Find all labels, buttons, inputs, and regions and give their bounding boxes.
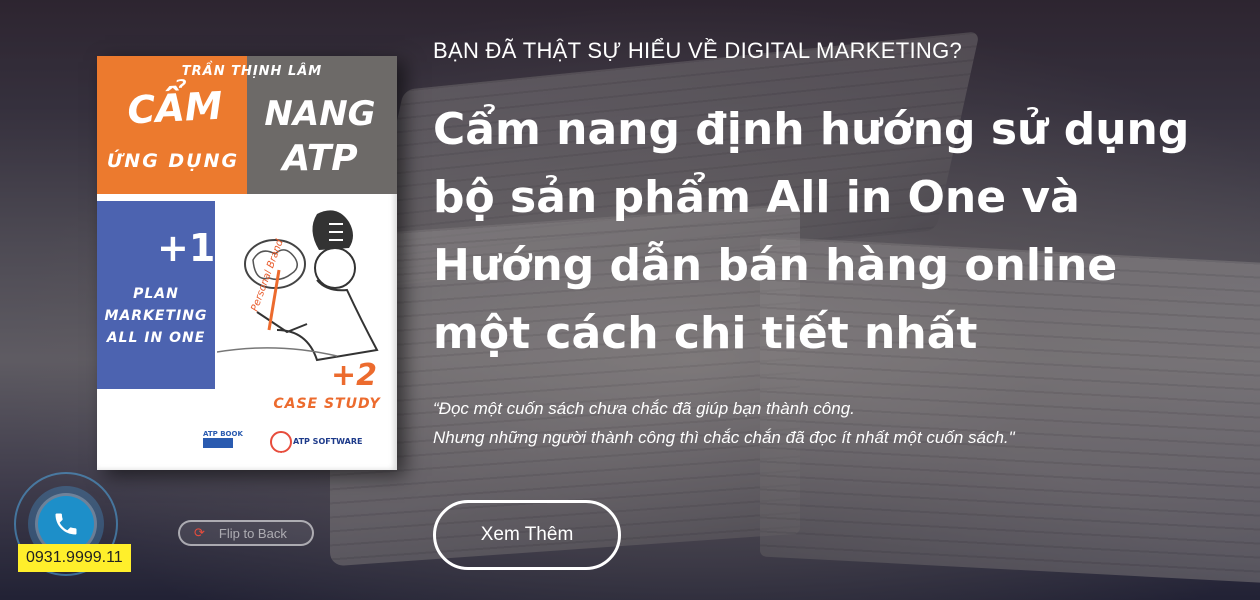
- headline-line: một cách chi tiết nhất: [433, 308, 978, 359]
- rotate-icon: ⟳: [194, 525, 205, 540]
- hotline-number[interactable]: 0931.9999.11: [18, 544, 131, 572]
- book-cover[interactable]: TRẦN THỊNH LÂM CẨM ỨNG DỤNG NANG ATP +1 …: [97, 56, 397, 470]
- phone-icon: [55, 513, 77, 535]
- hero-quote: “Đọc một cuốn sách chưa chắc đã giúp bạn…: [433, 394, 1015, 452]
- logo-atp-software: ATP SOFTWARE: [293, 437, 362, 446]
- hero-headline: Cẩm nang định hướng sử dụng bộ sản phẩm …: [433, 96, 1233, 368]
- quote-line: Nhưng những người thành công thì chắc ch…: [433, 428, 1015, 447]
- cover-case-study: CASE STUDY: [273, 396, 381, 412]
- hero-banner: TRẦN THỊNH LÂM CẨM ỨNG DỤNG NANG ATP +1 …: [0, 0, 1260, 600]
- headline-line: Cẩm nang định hướng sử dụng: [433, 104, 1190, 155]
- logo-atp-book: ATP BOOK: [203, 430, 243, 438]
- headline-line: Hướng dẫn bán hàng online: [433, 240, 1118, 291]
- cover-title-cam: CẨM: [126, 83, 224, 133]
- cover-illustration: Personal Brand: [217, 210, 379, 362]
- flip-to-back-button[interactable]: ⟳ Flip to Back: [178, 520, 314, 546]
- cover-plus-one: +1: [157, 226, 216, 270]
- cover-url: www.atpbook.vn: [206, 450, 288, 459]
- cover-author: TRẦN THỊNH LÂM: [181, 64, 323, 79]
- svg-text:Personal Brand: Personal Brand: [249, 237, 285, 313]
- hero-kicker: BẠN ĐÃ THẬT SỰ HIỂU VỀ DIGITAL MARKETING…: [433, 38, 963, 63]
- quote-line: “Đọc một cuốn sách chưa chắc đã giúp bạn…: [433, 399, 855, 418]
- cover-title-ung-dung: ỨNG DỤNG: [106, 150, 240, 172]
- cover-plan-text: PLAN MARKETING ALL IN ONE: [104, 286, 208, 346]
- headline-line: bộ sản phẩm All in One và: [433, 172, 1080, 223]
- flip-label: Flip to Back: [218, 525, 287, 541]
- cover-title-nang: NANG: [264, 94, 376, 134]
- see-more-button[interactable]: Xem Thêm: [433, 500, 621, 570]
- cover-plus-two: +2: [330, 358, 377, 393]
- cover-title-atp: ATP: [282, 138, 358, 179]
